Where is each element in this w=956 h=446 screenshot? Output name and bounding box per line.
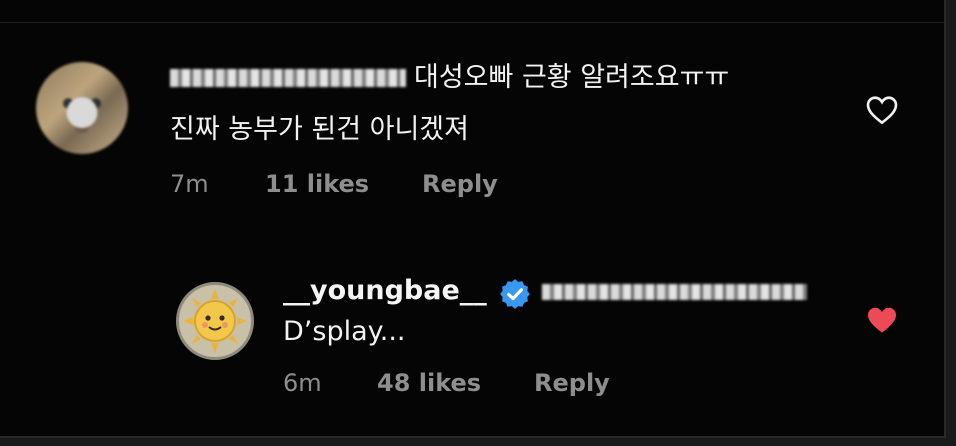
divider [0, 22, 944, 23]
comment-reply-button[interactable]: Reply [422, 170, 498, 198]
youngbae-avatar[interactable] [176, 282, 254, 360]
verified-badge-icon [500, 279, 530, 309]
comment-likes[interactable]: 11 likes [265, 170, 369, 198]
reply-text: D’splay... [283, 316, 406, 347]
reply-likes[interactable]: 48 likes [377, 369, 481, 397]
reply-username[interactable]: __youngbae__ [283, 275, 487, 306]
comment-timestamp: 7m [170, 170, 209, 198]
commenter-username-blurred[interactable] [170, 69, 406, 87]
reply-reply-button[interactable]: Reply [534, 369, 610, 397]
sun-avatar-icon [183, 289, 247, 353]
comment-text-line1: 대성오빠 근황 알려조요ㅠㅠ [414, 62, 730, 93]
heart-filled-icon[interactable] [866, 305, 898, 335]
reply-timestamp: 6m [283, 369, 322, 397]
comment-thread: 대성오빠 근황 알려조요ㅠㅠ 진짜 농부가 된건 아니겠져 7m 11 like… [0, 0, 946, 438]
mentioned-username-blurred[interactable] [542, 284, 807, 300]
comment-text-line2: 진짜 농부가 된건 아니겠져 [170, 114, 469, 145]
commenter-avatar[interactable] [36, 62, 128, 154]
heart-outline-icon[interactable] [866, 95, 898, 125]
